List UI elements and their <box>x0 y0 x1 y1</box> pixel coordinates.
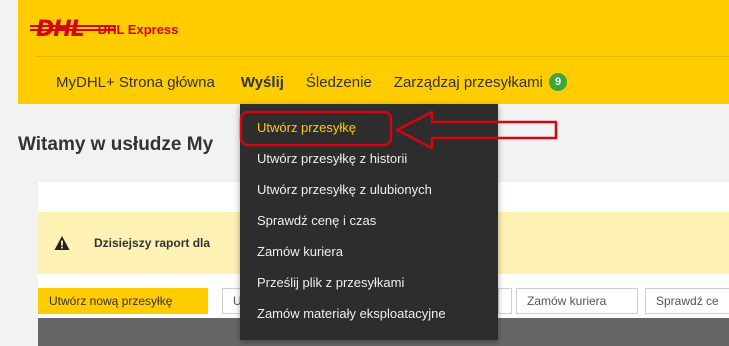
brand-product: DHL Express <box>97 21 179 37</box>
nav-item-send[interactable]: Wyślij <box>241 74 284 91</box>
main-nav: MyDHL+ Strona główna Wyślij Śledzenie Za… <box>36 60 589 104</box>
brand[interactable]: DHL DHL Express <box>30 14 179 44</box>
tab-order-courier[interactable]: Zamów kuriera <box>516 288 638 314</box>
menu-item-upload-file[interactable]: Prześlij plik z przesyłkami <box>257 275 404 290</box>
menu-item-create-from-favorites[interactable]: Utwórz przesyłkę z ulubionych <box>257 182 432 197</box>
nav-item-tracking[interactable]: Śledzenie <box>306 74 372 91</box>
nav-item-manage[interactable]: Zarządzaj przesyłkami 9 <box>393 73 568 91</box>
menu-item-check-price-time[interactable]: Sprawdź cenę i czas <box>257 213 376 228</box>
nav-item-manage-label: Zarządzaj przesyłkami <box>393 73 544 91</box>
menu-item-create-from-history[interactable]: Utwórz przesyłkę z historii <box>257 151 407 166</box>
alert-text: Dzisiejszy raport dla <box>94 236 211 250</box>
header-divider <box>36 56 729 57</box>
tab-partial-edge[interactable] <box>498 288 512 314</box>
menu-item-create-shipment[interactable]: Utwórz przesyłkę <box>257 120 356 135</box>
logo-text: DHL <box>36 16 85 42</box>
header-bar: DHL DHL Express MyDHL+ Strona główna Wyś… <box>18 0 729 104</box>
tab-create-new[interactable]: Utwórz nową przesyłkę <box>38 288 208 314</box>
count-badge: 9 <box>549 73 568 91</box>
warning-icon <box>54 236 70 250</box>
page-title: Witamy w usłudze My <box>18 134 214 155</box>
nav-item-home[interactable]: MyDHL+ Strona główna <box>56 74 215 91</box>
send-dropdown-menu: Utwórz przesyłkę Utwórz przesyłkę z hist… <box>240 104 498 340</box>
menu-item-order-courier[interactable]: Zamów kuriera <box>257 244 343 259</box>
menu-item-order-supplies[interactable]: Zamów materiały eksploatacyjne <box>257 306 446 321</box>
tab-check-price[interactable]: Sprawdź ce <box>645 288 729 314</box>
dhl-logo[interactable]: DHL <box>30 16 116 42</box>
